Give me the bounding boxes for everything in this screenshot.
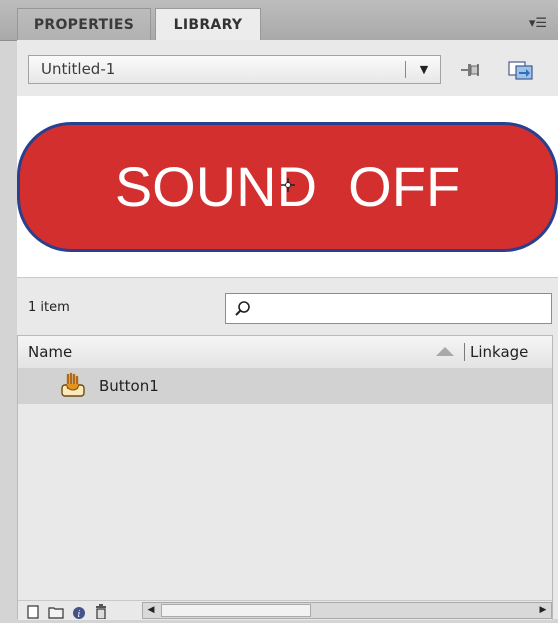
column-header-name[interactable]: Name	[28, 336, 72, 368]
item-count: 1 item	[28, 300, 70, 315]
list-item-label: Button1	[99, 377, 159, 395]
search-input[interactable]	[225, 293, 552, 324]
list-item[interactable]: Button1	[18, 368, 552, 404]
scroll-right-icon[interactable]: ▶	[535, 603, 551, 618]
scroll-left-icon[interactable]: ◀	[143, 603, 159, 618]
list-header: Name Linkage	[18, 336, 552, 369]
pin-icon[interactable]	[458, 58, 482, 82]
svg-text:i: i	[78, 610, 81, 619]
sort-ascending-icon[interactable]	[436, 347, 454, 356]
dropdown-divider	[405, 61, 406, 78]
scrollbar-thumb[interactable]	[161, 604, 311, 617]
panel-menu-icon[interactable]: ▾☰	[526, 14, 550, 34]
properties-icon[interactable]: i	[72, 603, 86, 620]
column-header-linkage[interactable]: Linkage	[470, 336, 528, 368]
document-selector-value: Untitled-1	[41, 60, 116, 78]
library-bottom-bar: i ◀ ▶	[18, 600, 552, 620]
tab-properties[interactable]: PROPERTIES	[17, 8, 151, 40]
new-library-panel-icon[interactable]	[506, 58, 536, 82]
search-icon	[234, 300, 252, 318]
chevron-down-icon[interactable]: ▼	[414, 56, 434, 83]
crosshair-icon	[281, 178, 295, 192]
document-selector[interactable]: Untitled-1 ▼	[28, 55, 441, 84]
new-folder-icon[interactable]	[48, 603, 64, 619]
column-divider[interactable]	[464, 343, 465, 361]
horizontal-scrollbar[interactable]: ◀ ▶	[142, 602, 552, 619]
tab-library[interactable]: LIBRARY	[155, 8, 261, 40]
button-symbol-icon	[60, 371, 86, 399]
new-symbol-icon[interactable]	[26, 603, 40, 619]
delete-icon[interactable]	[94, 603, 108, 620]
